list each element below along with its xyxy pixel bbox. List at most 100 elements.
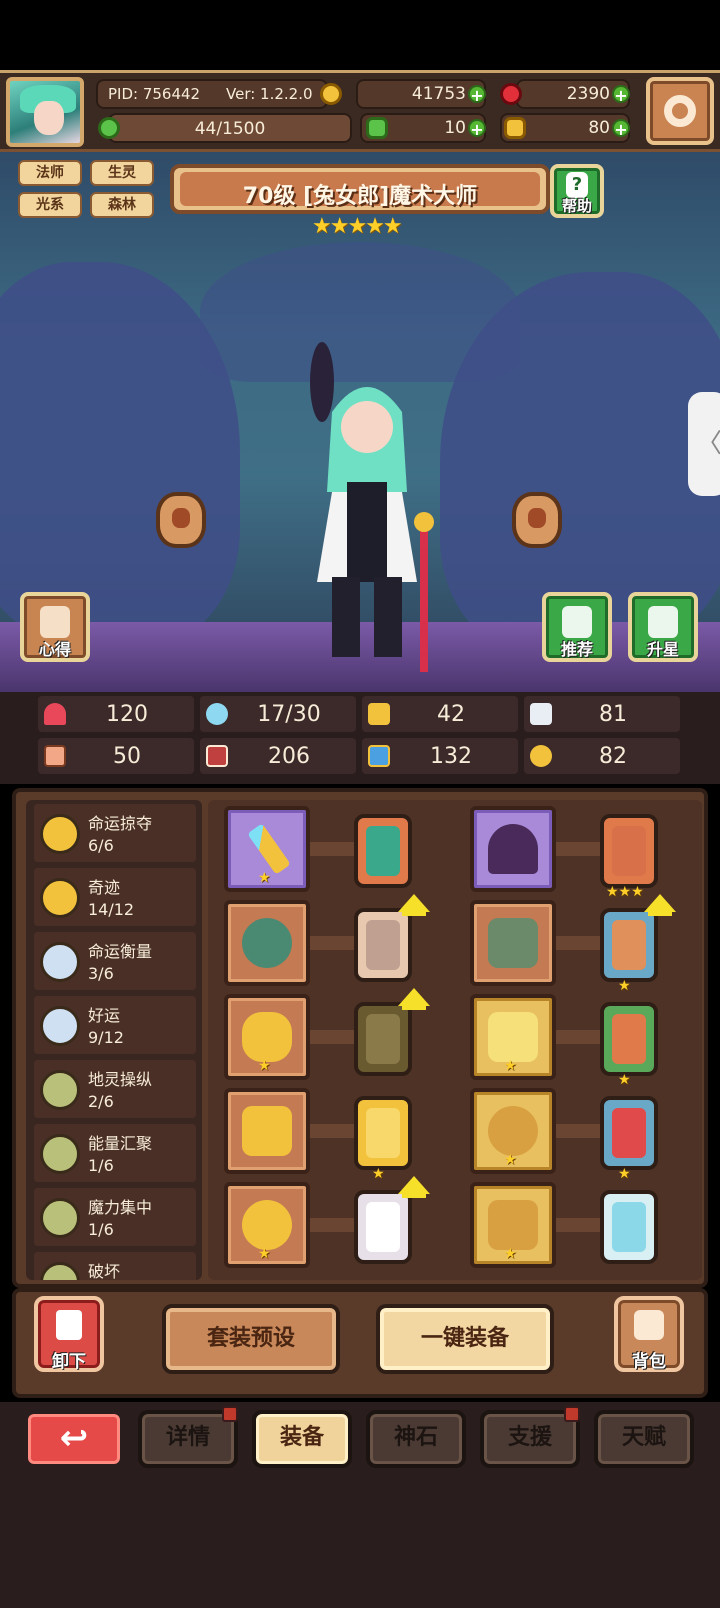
insight-label: 心得 [38, 640, 71, 659]
rune-slot[interactable] [600, 1096, 658, 1170]
brooch-slot[interactable] [224, 1088, 310, 1174]
rune-slot[interactable] [600, 1190, 658, 1264]
hero-scene: 法师 生灵 光系 森林 70级 [兔女郎]魔术大师 ★★★★★ ? 帮助 〈 心… [0, 152, 720, 692]
rune-slot[interactable] [354, 1190, 412, 1264]
back-button[interactable]: ↩ [24, 1410, 124, 1468]
set-emblem-icon [40, 1134, 80, 1174]
set-item[interactable]: 能量汇聚 1/6 [34, 1124, 196, 1182]
rune-star: ★ [618, 1072, 631, 1088]
gem-amount: 2390 [566, 84, 610, 104]
set-item[interactable]: 命运衡量 3/6 [34, 932, 196, 990]
fist-icon [44, 745, 66, 767]
rune-slot[interactable] [354, 908, 412, 982]
orb-icon [242, 918, 292, 968]
ring-icon [242, 1200, 292, 1250]
helmet-slot[interactable] [470, 806, 556, 892]
stat-mana: 17/30 [200, 696, 356, 732]
tab-equipment[interactable]: 装备 [252, 1410, 352, 1468]
set-item[interactable]: 奇迹 14/12 [34, 868, 196, 926]
set-item[interactable]: 魔力集中 1/6 [34, 1188, 196, 1246]
stat-magic: 206 [200, 738, 356, 774]
set-count: 9/12 [88, 1028, 124, 1047]
set-name: 命运掠夺 [88, 814, 153, 833]
rune-gem-icon [366, 826, 400, 876]
rune-gem-icon [612, 920, 646, 970]
gold-coin-icon [320, 83, 342, 105]
set-emblem-icon [40, 1070, 80, 1110]
set-name: 破坏 [88, 1262, 121, 1280]
rune-gem-icon [366, 1108, 400, 1158]
wing-icon [530, 703, 552, 725]
unload-label: 卸下 [52, 1352, 86, 1372]
stat-attack-value: 50 [113, 744, 141, 769]
recommend-button[interactable]: 推荐 [542, 592, 612, 662]
ruby-gem-icon [500, 83, 522, 105]
settings-button[interactable] [646, 77, 714, 145]
add-gold-plus-icon[interactable]: + [468, 85, 486, 104]
set-name: 魔力集中 [88, 1198, 153, 1217]
set-preset-button[interactable]: 套装预设 [162, 1304, 340, 1374]
clover-amount: 10 [444, 118, 466, 138]
game-version: Ver: 1.2.2.0 [226, 85, 313, 103]
slot-connector [310, 842, 354, 856]
upgrade-arrow-icon [398, 1176, 430, 1198]
set-count: 6/6 [88, 836, 114, 855]
set-item[interactable]: 地灵操纵 2/6 [34, 1060, 196, 1118]
player-avatar[interactable] [6, 77, 84, 147]
stat-luck-value: 82 [599, 744, 627, 769]
rune-slot[interactable] [600, 908, 658, 982]
top-header: PID: 756442 Ver: 1.2.2.0 41753 + 2390 + … [0, 70, 720, 152]
rune-slot[interactable] [354, 814, 412, 888]
star-up-button[interactable]: 升星 [628, 592, 698, 662]
orb-slot[interactable] [224, 900, 310, 986]
bag-button[interactable]: 背包 [614, 1296, 684, 1372]
water-drop-icon [206, 703, 228, 725]
heart-gem-left-icon[interactable] [156, 492, 206, 548]
thumbs-up-icon [562, 606, 592, 638]
rune-gem-icon [366, 1014, 400, 1064]
set-item[interactable]: 破坏 [34, 1252, 196, 1280]
add-clover-plus-icon[interactable]: + [468, 119, 486, 138]
add-gems-plus-icon[interactable]: + [612, 85, 630, 104]
hero-title-banner: 70级 [兔女郎]魔术大师 [170, 164, 550, 214]
boots-icon [488, 1200, 538, 1250]
support-notification-dot [564, 1406, 580, 1422]
set-emblem-icon [40, 1262, 80, 1280]
set-bonus-list[interactable]: 命运掠夺 6/6 奇迹 14/12 命运衡量 3/6 好运 9/12 地灵操纵 … [26, 800, 202, 1280]
brooch-icon [242, 1106, 292, 1156]
rune-slot[interactable] [354, 1096, 412, 1170]
stamina-clover-icon [98, 117, 120, 139]
bracer-star: ★ [504, 1058, 517, 1074]
armor-slot[interactable] [470, 900, 556, 986]
set-item[interactable]: 好运 9/12 [34, 996, 196, 1054]
tab-god-stone[interactable]: 神石 [366, 1410, 466, 1468]
set-emblem-icon [40, 878, 80, 918]
rune-slot[interactable] [354, 1002, 412, 1076]
side-drawer-handle[interactable]: 〈 [688, 392, 720, 496]
set-item[interactable]: 命运掠夺 6/6 [34, 804, 196, 862]
help-button[interactable]: ? 帮助 [550, 164, 604, 218]
slot-connector [556, 1124, 600, 1138]
add-hammer-plus-icon[interactable]: + [612, 119, 630, 138]
slot-connector [556, 936, 600, 950]
rune-slot[interactable] [600, 814, 658, 888]
upgrade-arrow-icon [644, 894, 676, 916]
unload-button[interactable]: 卸下 [34, 1296, 104, 1372]
set-emblem-icon [40, 814, 80, 854]
one-key-equip-button[interactable]: 一键装备 [376, 1304, 554, 1374]
set-count: 1/6 [88, 1156, 114, 1175]
star-icon [648, 606, 678, 638]
belt-star: ★ [504, 1152, 517, 1168]
bracer-icon [488, 1012, 538, 1062]
stat-speed: 81 [524, 696, 680, 732]
weapon-star: ★ [258, 870, 271, 886]
rune-slot[interactable] [600, 1002, 658, 1076]
rune-gem-icon [612, 1108, 646, 1158]
set-name: 好运 [88, 1006, 121, 1025]
tab-talent[interactable]: 天赋 [594, 1410, 694, 1468]
insight-button[interactable]: 心得 [20, 592, 90, 662]
heart-gem-right-icon[interactable] [512, 492, 562, 548]
belt-icon [488, 1106, 538, 1156]
backpack-icon [634, 1310, 664, 1340]
stat-hp: 120 [38, 696, 194, 732]
